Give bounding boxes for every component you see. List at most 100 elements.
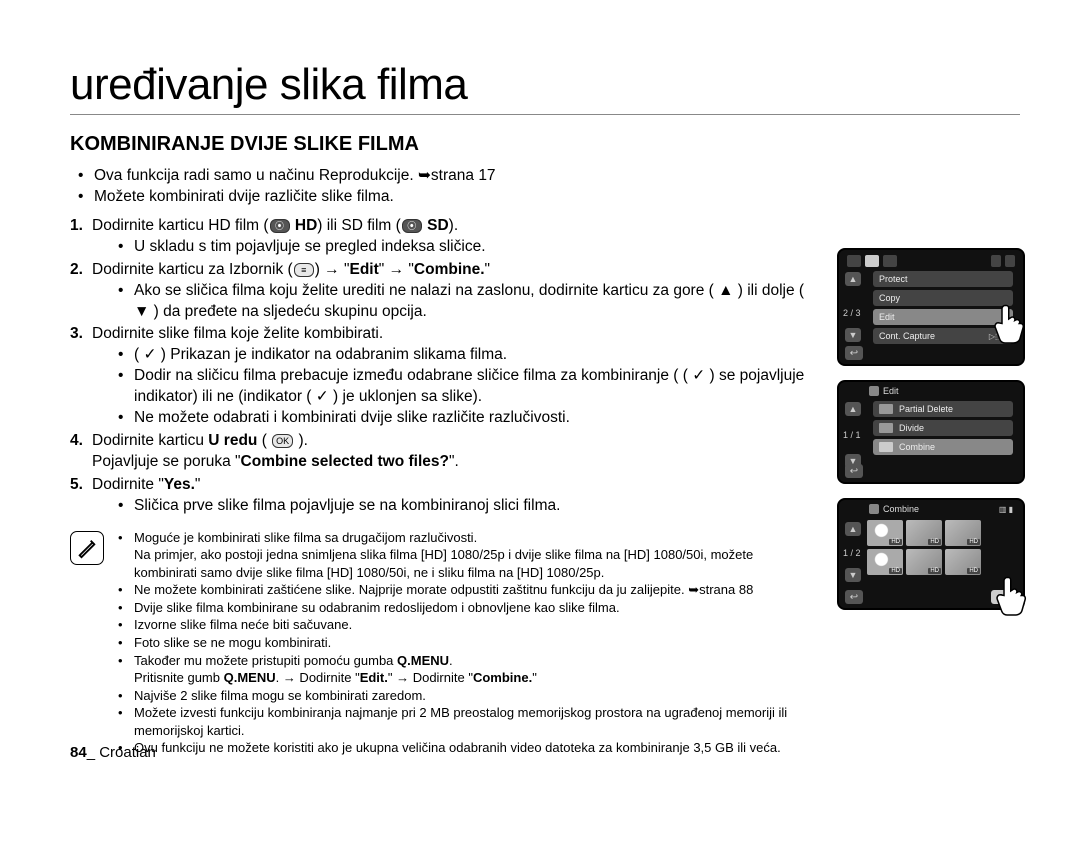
step-1: 1. Dodirnite karticu HD film (⦿ HD) ili … [70,216,810,258]
sub-bullet: Ako se sličica filma koju želite urediti… [92,281,810,323]
note-item: Izvorne slike filma neće biti sačuvane. [114,616,810,634]
hd-badge: HD [928,539,941,545]
page-counter: 1 / 2 [843,548,861,558]
menu-icon: ≡ [294,263,314,277]
note-item: Možete izvesti funkciju kombiniranja naj… [114,704,810,739]
sub-bullet: ( ✓ ) Prikazan je indikator na odabranim… [92,345,810,366]
section-heading: KOMBINIRANJE DVIJE SLIKE FILMA [70,133,1020,156]
step-5: 5. Dodirnite "Yes." Sličica prve slike f… [70,475,810,517]
notes-list: Moguće je kombinirati slike filma sa dru… [114,529,810,757]
step-number: 1. [70,216,83,237]
sub-bullet: Ne možete odabrati i kombinirati dvije s… [92,408,810,429]
menu-row: Cont. Capture [879,331,935,341]
note-item: Ne možete kombinirati zaštićene slike. N… [114,581,810,599]
note-item: Dvije slike filma kombinirane su odabran… [114,599,810,617]
note-item: Najviše 2 slike filma mogu se kombinirat… [114,687,810,705]
up-arrow-icon: ▲ [845,522,861,536]
down-arrow-icon: ▼ [845,328,861,342]
ok-icon: OK [272,434,293,448]
ok-button: OK [991,590,1017,604]
text: ) ili SD film ( [317,217,401,234]
text: Dodirnite karticu HD film ( [92,217,269,234]
thumbnail: HD [867,520,903,546]
illustration-column: ▲ Protect Copy Edit Cont. Capture▷⬚1 ▼ 2… [837,248,1025,624]
text: Dodirnite karticu za Izbornik ( [92,261,293,278]
reel-icon: ⦿ [402,219,422,233]
down-arrow-icon: ▼ [845,568,861,582]
hd-badge: HD [967,539,980,545]
content-column: Ova funkcija radi samo u načinu Reproduk… [70,166,810,757]
step-number: 5. [70,475,83,496]
thumbnail: HD [945,520,981,546]
hd-badge: HD [928,568,941,574]
screen-title: Combine [883,504,919,514]
step-number: 4. [70,431,83,452]
hd-badge: HD [889,568,902,574]
menu-row: Combine [899,442,935,452]
row-icon [879,404,893,414]
bold: HD [295,217,317,234]
step-3: 3. Dodirnite slike filma koje želite kom… [70,324,810,429]
footer-language: Croatian [99,744,156,761]
back-icon: ↩ [845,346,863,360]
page-footer: 84_ Croatian [70,744,156,761]
page-title: uređivanje slika filma [70,60,1020,115]
menu-row: Copy [879,293,900,303]
text: _ [87,744,100,761]
up-arrow-icon: ▲ [845,402,861,416]
menu-row: Edit [879,312,895,322]
text: Dodirnite karticu [92,432,208,449]
sub-bullet: Dodir na sličicu filma prebacuje između … [92,366,810,408]
sub-bullet: U skladu s tim pojavljuje se pregled ind… [92,237,810,258]
page-counter: 1 / 1 [843,430,861,440]
intro-bullet: Ova funkcija radi samo u načinu Reproduk… [70,166,810,187]
intro-bullet: Možete kombinirati dvije različite slike… [70,187,810,208]
up-arrow-icon: ▲ [845,272,861,286]
thumbnail: HD [945,549,981,575]
text: ). [294,432,308,449]
bold: U redu [208,432,257,449]
thumbnail: HD [867,549,903,575]
menu-row: Protect [879,274,908,284]
setting-icon [869,386,879,396]
note-item: Foto slike se ne mogu kombinirati. [114,634,810,652]
text: ) → " [315,261,350,278]
thumbnail: HD [906,520,942,546]
bold: Combine selected two files? [241,453,449,470]
hd-badge: HD [889,539,902,545]
menu-row: Divide [899,423,924,433]
text: ". [449,453,459,470]
step-2: 2. Dodirnite karticu za Izbornik (≡) → "… [70,260,810,323]
bold: SD [427,217,449,234]
text: Dodirnite slike filma koje želite kombib… [92,325,383,342]
screen-combine: Combine▥ ▮ ▲ HD HD HD HD HD HD ▼ 1 / 2 ↩… [837,498,1025,610]
screen-title: Edit [883,386,899,396]
text: " [485,261,491,278]
text: Dodirnite " [92,476,164,493]
step-4: 4. Dodirnite karticu U redu ( OK ). Poja… [70,431,810,473]
bold: Yes. [164,476,195,493]
text: " → " [379,261,414,278]
back-icon: ↩ [845,464,863,478]
sub-bullet: Sličica prve slike filma pojavljuje se n… [92,496,810,517]
page-counter: 2 / 3 [843,308,861,318]
bold: Edit [350,261,379,278]
bold: Combine. [414,261,485,278]
hd-badge: HD [967,568,980,574]
menu-row: Partial Delete [899,404,953,414]
step-number: 2. [70,260,83,281]
thumbnail: HD [906,549,942,575]
row-icon [879,442,893,452]
back-icon: ↩ [845,590,863,604]
note-item: Ovu funkciju ne možete koristiti ako je … [114,739,810,757]
note-icon [70,531,104,565]
screen-menu: ▲ Protect Copy Edit Cont. Capture▷⬚1 ▼ 2… [837,248,1025,366]
row-icon [879,423,893,433]
text: ( [257,432,271,449]
note-item: Također mu možete pristupiti pomoću gumb… [114,652,810,687]
step-number: 3. [70,324,83,345]
note-item: Moguće je kombinirati slike filma sa dru… [114,529,810,582]
screen-edit: Edit ▲ Partial Delete Divide Combine ▼ 1… [837,380,1025,484]
reel-icon: ⦿ [270,219,290,233]
text: " [195,476,201,493]
